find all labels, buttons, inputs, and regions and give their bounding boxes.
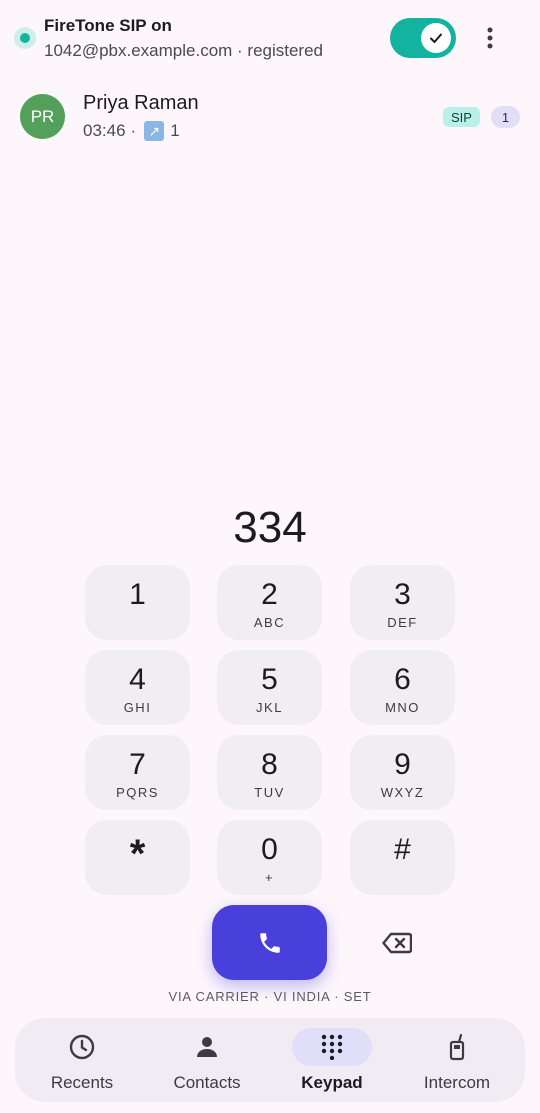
key-digit: * xyxy=(129,832,146,876)
dialed-number: 334 xyxy=(233,503,307,552)
key-letters: ABC xyxy=(253,615,286,630)
nav-label: Keypad xyxy=(301,1073,363,1092)
intercom-icon xyxy=(417,1028,497,1066)
key-digit: 5 xyxy=(261,663,278,696)
bottom-navigation: Recents Contacts Keypad Intercom xyxy=(15,1018,525,1102)
call-duration: 03:46 xyxy=(83,121,126,140)
nav-contacts[interactable]: Contacts xyxy=(143,1018,271,1102)
count-badge: 1 xyxy=(491,106,520,128)
nav-intercom[interactable]: Intercom xyxy=(393,1018,521,1102)
key-letters: DEF xyxy=(387,615,418,630)
key-4[interactable]: 4 GHI xyxy=(85,650,190,725)
key-digit: 9 xyxy=(394,748,411,781)
account-subtitle: 1042@pbx.example.com · registered xyxy=(44,41,324,60)
nav-label: Intercom xyxy=(423,1073,491,1092)
key-digit: 4 xyxy=(129,663,146,696)
person-icon xyxy=(167,1028,247,1066)
call-count: 1 xyxy=(170,121,180,140)
key-letters: + xyxy=(264,870,275,885)
key-5[interactable]: 5 JKL xyxy=(217,650,322,725)
clock-icon xyxy=(42,1028,122,1066)
nav-keypad[interactable]: Keypad xyxy=(268,1018,396,1102)
key-digit: 3 xyxy=(394,578,411,611)
key-digit: # xyxy=(394,833,411,866)
route-label[interactable]: VIA CARRIER · VI INDIA · SET xyxy=(0,989,540,1004)
key-digit: 1 xyxy=(129,578,146,611)
key-8[interactable]: 8 TUV xyxy=(217,735,322,810)
key-1[interactable]: 1 xyxy=(85,565,190,640)
key-0[interactable]: 0 + xyxy=(217,820,322,895)
key-digit: 6 xyxy=(394,663,411,696)
backspace-icon[interactable] xyxy=(378,926,416,960)
key-6[interactable]: 6 MNO xyxy=(350,650,455,725)
key-3[interactable]: 3 DEF xyxy=(350,565,455,640)
nav-label: Contacts xyxy=(173,1073,241,1092)
sip-chip: SIP xyxy=(443,107,480,127)
nav-label: Recents xyxy=(50,1073,114,1092)
key-digit: 8 xyxy=(261,748,278,781)
account-title: FireTone SIP on xyxy=(44,16,172,35)
key-letters: PQRS xyxy=(116,785,159,800)
key-digit: 0 xyxy=(261,833,278,866)
key-letters: WXYZ xyxy=(380,785,425,800)
status-dot-icon xyxy=(14,27,36,49)
key-2[interactable]: 2 ABC xyxy=(217,565,322,640)
key-digit: 2 xyxy=(261,578,278,611)
key-letters: TUV xyxy=(254,785,285,800)
key-9[interactable]: 9 WXYZ xyxy=(350,735,455,810)
outgoing-arrow-icon: ↗ xyxy=(144,121,165,141)
phone-icon xyxy=(259,932,280,953)
sip-toggle[interactable] xyxy=(390,18,456,58)
key-letters: MNO xyxy=(385,700,420,715)
key-star[interactable]: * xyxy=(85,820,190,895)
call-meta: 03:46 · ↗ 1 xyxy=(83,121,180,141)
key-hash[interactable]: # xyxy=(350,820,455,895)
avatar[interactable]: PR xyxy=(20,94,65,139)
dialpad-icon xyxy=(292,1028,372,1066)
dialer-screen: FireTone SIP on 1042@pbx.example.com · r… xyxy=(0,0,540,1113)
key-letters: GHI xyxy=(123,700,152,715)
check-icon xyxy=(421,23,451,53)
nav-recents[interactable]: Recents xyxy=(18,1018,146,1102)
call-button[interactable] xyxy=(212,905,327,980)
key-letters: JKL xyxy=(256,700,283,715)
key-7[interactable]: 7 PQRS xyxy=(85,735,190,810)
key-digit: 7 xyxy=(129,748,146,781)
call-contact-name[interactable]: Priya Raman xyxy=(83,92,199,115)
more-options-icon[interactable] xyxy=(476,22,504,54)
meta-separator: · xyxy=(130,121,137,140)
